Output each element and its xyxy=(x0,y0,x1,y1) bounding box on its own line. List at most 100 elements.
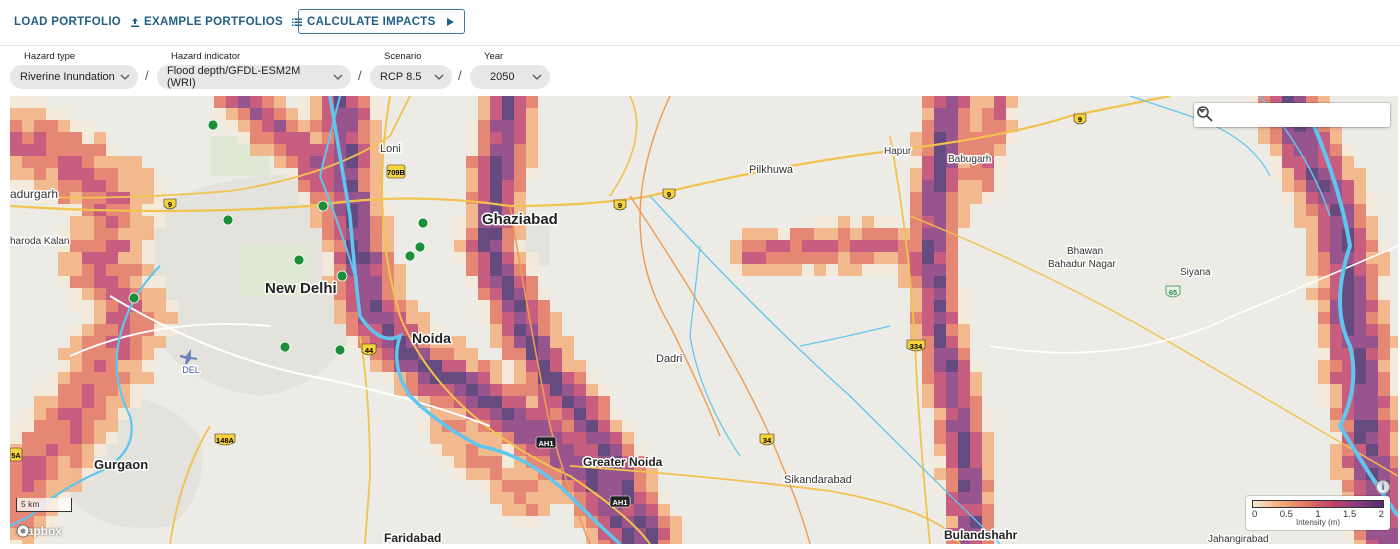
load-portfolio-button[interactable]: LOAD PORTFOLIO xyxy=(14,9,141,34)
flood-cell xyxy=(10,432,22,444)
flood-cell xyxy=(10,96,22,108)
flood-cell xyxy=(490,168,502,180)
hazard-type-dropdown[interactable]: Riverine Inundation xyxy=(10,65,138,89)
flood-cell xyxy=(154,216,166,228)
flood-cell xyxy=(106,168,118,180)
flood-cell xyxy=(958,408,970,420)
flood-cell xyxy=(82,240,94,252)
asset-marker[interactable] xyxy=(128,292,140,304)
flood-cell xyxy=(1378,324,1390,336)
flood-cell xyxy=(754,228,766,240)
example-portfolios-button[interactable]: EXAMPLE PORTFOLIOS xyxy=(144,9,303,34)
flood-cell xyxy=(142,252,154,264)
flood-cell xyxy=(454,252,466,264)
flood-cell xyxy=(502,372,514,384)
year-dropdown[interactable]: 2050 xyxy=(470,65,550,89)
asset-marker[interactable] xyxy=(279,341,291,353)
flood-cell xyxy=(418,384,430,396)
flood-cell xyxy=(538,480,550,492)
flood-cell xyxy=(574,384,586,396)
place-label-babugarh: Babugarh xyxy=(948,154,991,165)
flood-cell xyxy=(34,132,46,144)
hazard-indicator-dropdown[interactable]: Flood depth/GFDL-ESM2M (WRI) xyxy=(157,65,351,89)
flood-cell xyxy=(598,396,610,408)
flood-cell xyxy=(514,300,526,312)
flood-cell xyxy=(826,216,838,228)
flood-cell xyxy=(118,240,130,252)
caret-down-icon[interactable] xyxy=(1194,103,1210,119)
flood-cell xyxy=(1354,228,1366,240)
flood-cell xyxy=(1354,300,1366,312)
mapbox-logo[interactable]: mapbox xyxy=(16,524,62,538)
flood-cell xyxy=(934,348,946,360)
flood-cell xyxy=(1354,324,1366,336)
flood-cell xyxy=(238,132,250,144)
asset-marker[interactable] xyxy=(414,241,426,253)
flood-cell xyxy=(22,456,34,468)
flood-cell xyxy=(562,372,574,384)
flood-cell xyxy=(1366,432,1378,444)
place-label-bahadurgarh: adurgarh xyxy=(10,187,58,201)
flood-cell xyxy=(298,192,310,204)
flood-cell xyxy=(958,288,970,300)
place-label-pilkhuwa: Pilkhuwa xyxy=(749,164,794,176)
flood-cell xyxy=(970,468,982,480)
asset-marker[interactable] xyxy=(207,119,219,131)
asset-marker[interactable] xyxy=(317,200,329,212)
flood-cell xyxy=(82,396,94,408)
flood-cell xyxy=(514,348,526,360)
flood-cell xyxy=(502,96,514,108)
flood-cell xyxy=(370,192,382,204)
flood-cell xyxy=(46,168,58,180)
flood-cell xyxy=(742,228,754,240)
flood-cell xyxy=(1318,312,1330,324)
scenario-dropdown[interactable]: RCP 8.5 xyxy=(370,65,452,89)
road-shield: 5A xyxy=(10,447,23,462)
flood-cell xyxy=(586,372,598,384)
flood-cell xyxy=(1306,252,1318,264)
flood-cell xyxy=(46,144,58,156)
flood-cell xyxy=(550,360,562,372)
flood-cell xyxy=(1378,540,1390,544)
asset-marker[interactable] xyxy=(222,214,234,226)
asset-marker[interactable] xyxy=(417,217,429,229)
flood-cell xyxy=(106,240,118,252)
flood-cell xyxy=(982,192,994,204)
flood-cell xyxy=(466,468,478,480)
flood-cell xyxy=(418,312,430,324)
flood-cell xyxy=(490,372,502,384)
flood-cell xyxy=(70,360,82,372)
flood-cell xyxy=(454,456,466,468)
hazard-map[interactable]: 709B 9 9 9 9 44 148A 34 334 65 AH1 AH1 5… xyxy=(10,96,1398,544)
flood-cell xyxy=(562,336,574,348)
selector-separator: / xyxy=(145,68,149,83)
flood-cell xyxy=(562,420,574,432)
flood-cell xyxy=(1354,216,1366,228)
flood-cell xyxy=(958,300,970,312)
asset-marker[interactable] xyxy=(336,270,348,282)
map-search-input[interactable] xyxy=(1194,105,1390,125)
flood-cell xyxy=(922,120,934,132)
asset-marker[interactable] xyxy=(404,250,416,262)
flood-cell xyxy=(82,444,94,456)
asset-marker[interactable] xyxy=(334,344,346,356)
asset-marker[interactable] xyxy=(293,254,305,266)
info-icon[interactable]: i xyxy=(1376,480,1390,494)
flood-cell xyxy=(814,240,826,252)
flood-cell xyxy=(466,396,478,408)
flood-cell xyxy=(130,168,142,180)
flood-cell xyxy=(970,96,982,108)
calculate-impacts-button[interactable]: CALCULATE IMPACTS xyxy=(298,9,465,34)
flood-cell xyxy=(238,108,250,120)
place-label-noida: Noida xyxy=(412,330,451,346)
flood-cell xyxy=(670,528,682,540)
flood-cell xyxy=(370,300,382,312)
flood-cell xyxy=(82,216,94,228)
map-canvas[interactable]: 709B 9 9 9 9 44 148A 34 334 65 AH1 AH1 5… xyxy=(10,96,1398,544)
place-label-siyana: Siyana xyxy=(1180,267,1211,278)
road-shield: 9 xyxy=(163,198,177,210)
flood-cell xyxy=(1378,300,1390,312)
flood-cell xyxy=(1366,312,1378,324)
flood-cell xyxy=(154,288,166,300)
flood-cell xyxy=(58,456,70,468)
